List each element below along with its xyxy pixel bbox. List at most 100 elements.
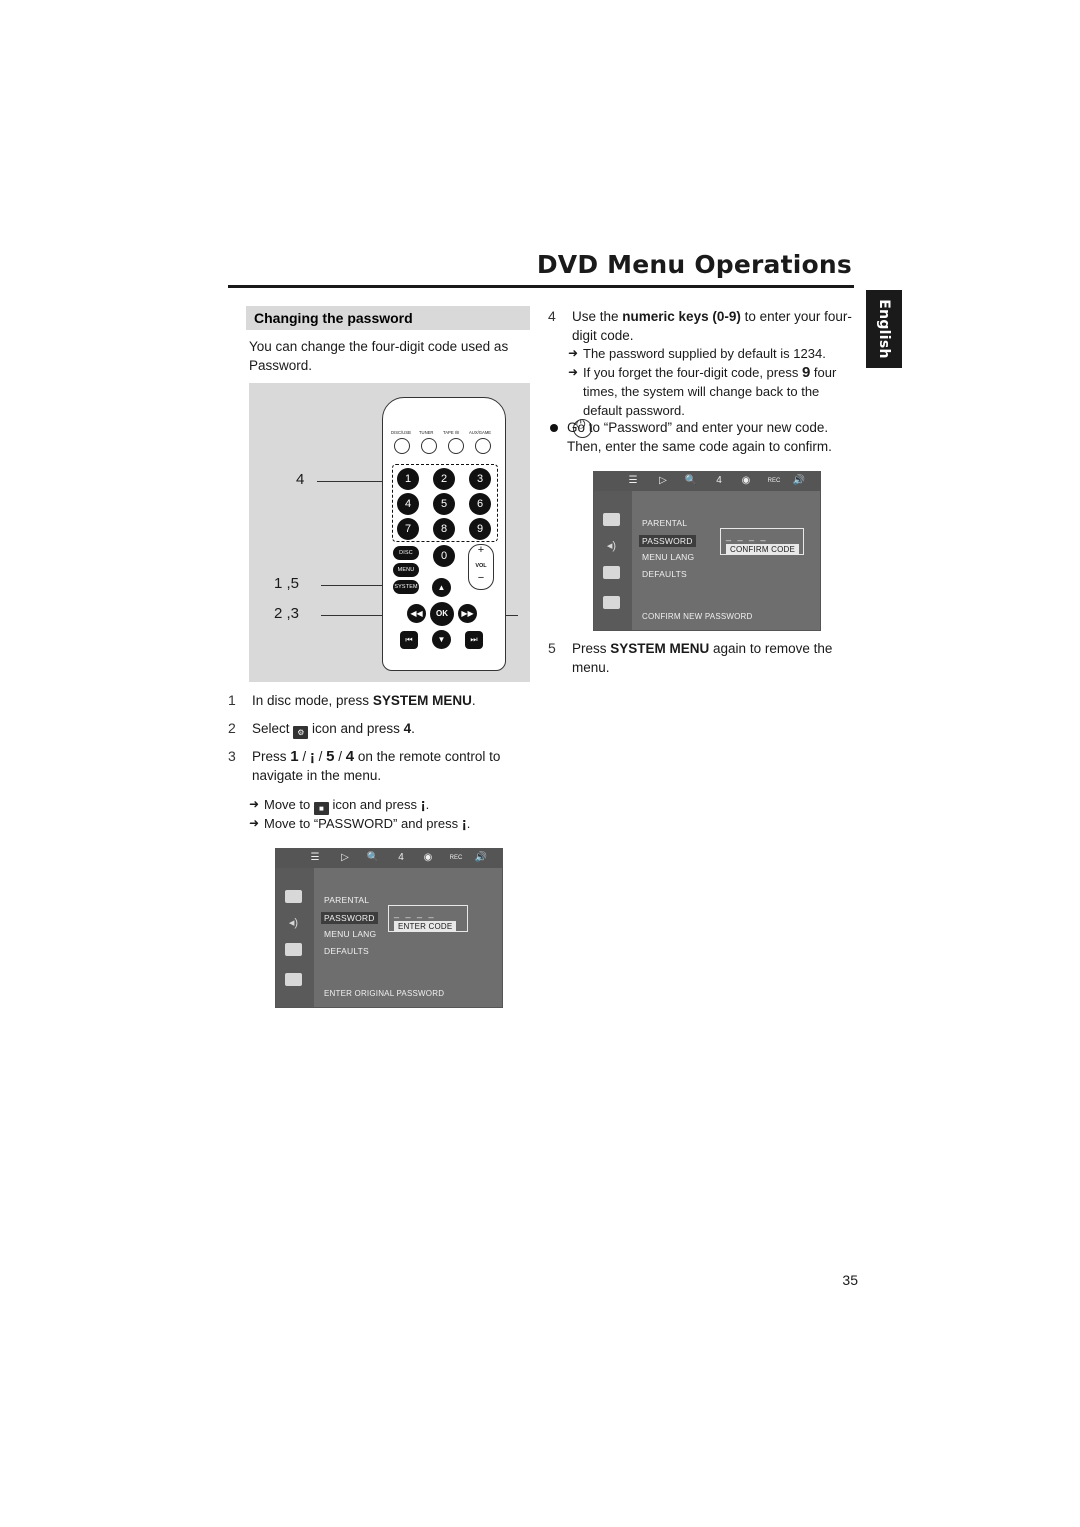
osd-code-label: CONFIRM CODE [726,544,800,555]
audio-icon[interactable]: 4 [712,475,726,486]
sidebar-icon-video[interactable] [285,943,302,956]
volume-plus-label: + [477,544,485,556]
audio-icon[interactable]: 4 [394,852,408,863]
step-1-bold: SYSTEM MENU [372,693,472,708]
step-3-sep-2: / [314,749,327,764]
search-icon[interactable]: 🔍 [684,475,698,486]
osd-item-menu-lang[interactable]: MENU LANG [324,929,376,939]
callout-line-2-3 [321,615,383,616]
osd-toolbar-bottom: ☰ ▷ 🔍 4 ◉ REC 🔊 [276,849,502,868]
display-icon[interactable]: ◉ [421,852,435,863]
osd-item-menu-lang[interactable]: MENU LANG [642,552,694,562]
sidebar-icon-video[interactable] [603,566,620,579]
setup-icon: ⚙ [293,726,309,739]
next-track-button[interactable]: ⏭ [465,631,483,649]
manual-page: DVD Menu Operations English Changing the… [0,0,1080,1527]
sub-item-1-pre: Move to [264,797,314,812]
step-2-number: 2 [228,720,236,736]
osd-item-parental[interactable]: PARENTAL [642,518,687,528]
sidebar-icon-preference[interactable] [285,973,302,986]
source-label-tape: TAPE I/II [443,430,460,435]
osd-item-password[interactable]: PASSWORD [639,535,696,547]
source-button-tape[interactable] [448,438,464,454]
sidebar-icon-audio[interactable]: ◂) [603,539,620,552]
osd-item-defaults[interactable]: DEFAULTS [642,569,687,579]
nav-up-icon[interactable]: ▲ [432,578,451,597]
step-4-pre: Use the [572,309,623,324]
display-icon[interactable]: ◉ [739,475,753,486]
menu-button[interactable]: MENU [393,563,419,577]
step-1: 1 In disc mode, press SYSTEM MENU. [228,691,528,710]
right-sub-item-default-password: ➜ The password supplied by default is 12… [568,344,858,363]
key-6[interactable]: 6 [469,493,491,515]
search-icon[interactable]: 🔍 [366,852,380,863]
step-3-body: Press 1 / ¡ / 5 / 4 on the remote contro… [252,747,528,785]
sidebar-icon-preference[interactable] [603,596,620,609]
source-button-tuner[interactable] [421,438,437,454]
osd-code-label: ENTER CODE [394,921,457,932]
volume-rocker[interactable]: + VOL − [468,544,494,590]
key-4[interactable]: 4 [397,493,419,515]
playback-icon[interactable]: ▷ [338,852,352,863]
key-1[interactable]: 1 [397,468,419,490]
step-3-key-1: 1 [290,748,299,765]
sidebar-icon-audio[interactable]: ◂) [285,916,302,929]
step-5-number: 5 [548,640,556,656]
ok-button[interactable]: OK [430,602,454,626]
sub-item-move-to-password: ➜ Move to “PASSWORD” and press ¡. [249,814,529,833]
sub-item-2-pre: Move to “PASSWORD” and press [264,816,462,831]
step-5-body: Press SYSTEM MENU again to remove the me… [572,639,854,677]
source-label-tuner: TUNER [419,430,434,435]
right-bullet-go-to-password: Go to “Password” and enter your new code… [550,418,850,456]
key-9[interactable]: 9 [469,518,491,540]
step-2-text-post: . [411,721,415,736]
nav-left-icon[interactable]: ◀◀ [407,604,426,623]
right-sub-item-2-body: If you forget the four-digit code, press… [583,363,858,420]
key-0[interactable]: 0 [433,545,455,567]
sidebar-icon-general[interactable] [285,890,302,903]
source-label-aux: AUX/GAME [469,430,492,435]
step-3-sep-3: / [334,749,346,764]
setup-icon[interactable]: ☰ [308,852,322,863]
sub-item-move-to-icon-body: Move to ■ icon and press ¡. [264,795,529,815]
nav-right-icon[interactable]: ▶▶ [458,604,477,623]
section-intro-text: You can change the four-digit code used … [249,339,509,373]
key-5[interactable]: 5 [433,493,455,515]
step-5-bold: SYSTEM MENU [610,641,710,656]
osd-screen-confirm-code: ☰ ▷ 🔍 4 ◉ REC 🔊 ◂) PARENTAL PASSWORD MEN… [593,471,821,631]
setup-icon[interactable]: ☰ [626,475,640,486]
arrow-icon: ➜ [249,797,260,811]
sidebar-icon-general[interactable] [603,513,620,526]
source-button-row: DISC/USB TUNER TAPE I/II AUX/GAME [391,430,497,456]
osd-item-parental[interactable]: PARENTAL [324,895,369,905]
nav-down-icon[interactable]: ▼ [432,630,451,649]
rec-icon[interactable]: REC [764,478,784,484]
right-sub-item-forget-code: ➜ If you forget the four-digit code, pre… [568,363,858,420]
volume-icon[interactable]: 🔊 [792,475,806,486]
rec-icon[interactable]: REC [446,855,466,861]
key-7[interactable]: 7 [397,518,419,540]
source-button-aux[interactable] [475,438,491,454]
step-4: 4 Use the numeric keys (0-9) to enter yo… [548,307,854,345]
system-menu-button[interactable]: SYSTEM [393,580,419,594]
playback-icon[interactable]: ▷ [656,475,670,486]
arrow-icon: ➜ [249,816,260,830]
key-2[interactable]: 2 [433,468,455,490]
osd-item-defaults[interactable]: DEFAULTS [324,946,369,956]
disc-button[interactable]: DISC [393,546,419,560]
source-button-disc[interactable] [394,438,410,454]
step-1-body: In disc mode, press SYSTEM MENU. [252,691,528,710]
osd-sidebar-bottom: ◂) [276,868,314,1007]
volume-icon[interactable]: 🔊 [474,852,488,863]
key-8[interactable]: 8 [433,518,455,540]
osd-main-top: PARENTAL PASSWORD MENU LANG DEFAULTS _ _… [632,491,820,630]
osd-item-password[interactable]: PASSWORD [321,912,378,924]
osd-code-dashes: _ _ _ _ [394,908,436,918]
sub-item-1-mid: icon and press [328,797,421,812]
key-3[interactable]: 3 [469,468,491,490]
callout-1-5: 1 ,5 [274,575,300,592]
page-number: 35 [842,1272,858,1288]
prev-track-button[interactable]: ⏮ [400,631,418,649]
osd-status-text: CONFIRM NEW PASSWORD [642,612,753,621]
sub-item-move-to-icon: ➜ Move to ■ icon and press ¡. [249,795,529,815]
